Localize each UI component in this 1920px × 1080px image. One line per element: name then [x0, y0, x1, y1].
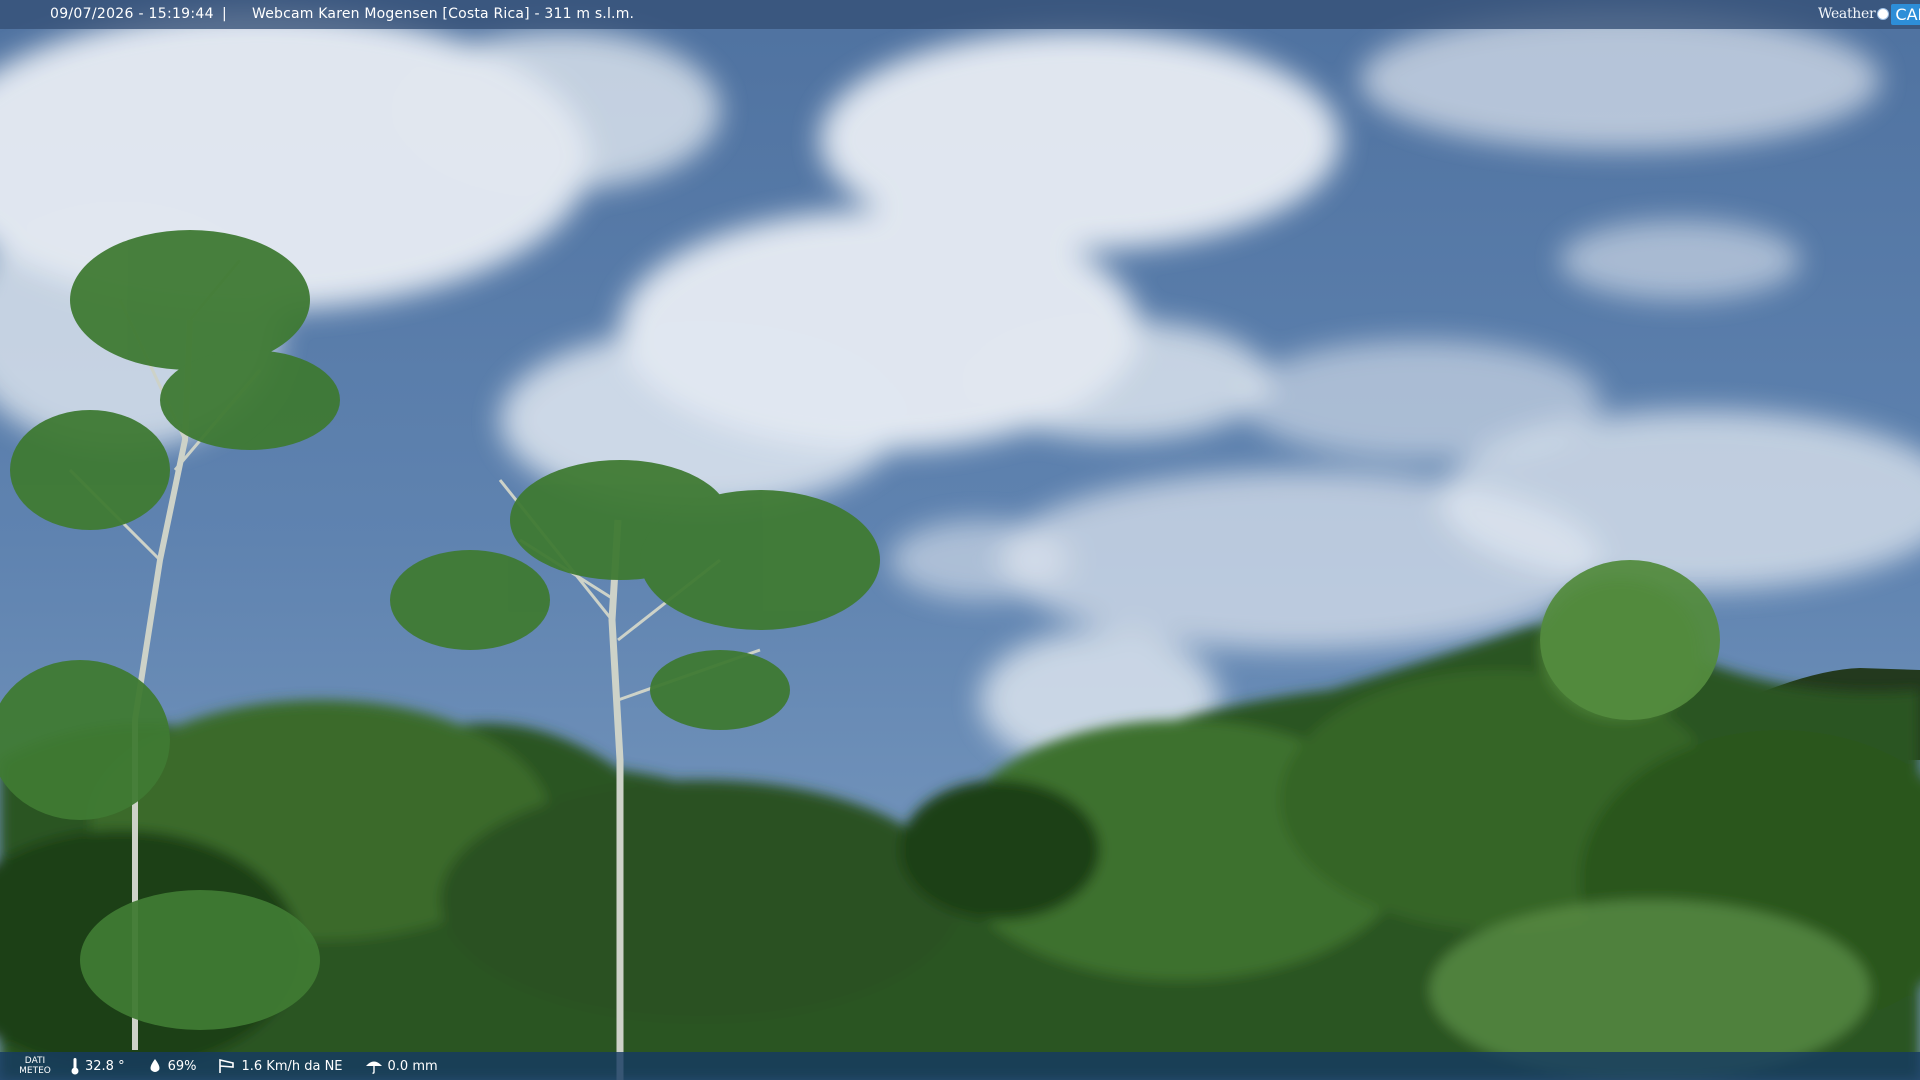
logo-globe-icon — [1877, 8, 1890, 20]
logo-word: Weather — [1818, 6, 1876, 22]
windsock-icon — [219, 1058, 235, 1073]
humidity-value: 69% — [167, 1058, 197, 1074]
webcam-title: Webcam Karen Mogensen [Costa Rica] - 311… — [252, 6, 635, 22]
separator: | — [222, 6, 227, 22]
weather-label: DATI METEO — [0, 1056, 70, 1076]
humidity-reading: 69% — [147, 1058, 197, 1074]
rain-value: 0.0 mm — [387, 1058, 438, 1074]
weathercam-logo: Weather CAM — [1818, 3, 1920, 25]
top-overlay-bar: 09/07/2026 - 15:19:44 | Webcam Karen Mog… — [0, 0, 1920, 29]
temperature-value: 32.8 ° — [85, 1058, 125, 1074]
wind-reading: 1.6 Km/h da NE — [218, 1058, 343, 1074]
webcam-scene — [0, 0, 1920, 1080]
humidity-drop-icon — [150, 1059, 160, 1072]
umbrella-icon — [365, 1061, 382, 1074]
timestamp: 09/07/2026 - 15:19:44 — [50, 6, 214, 22]
wind-value: 1.6 Km/h da NE — [241, 1058, 343, 1074]
temperature-reading: 32.8 ° — [70, 1057, 125, 1075]
thermometer-icon — [71, 1058, 79, 1075]
weather-label-line1: DATI — [24, 1056, 46, 1066]
weather-label-line2: METEO — [19, 1066, 51, 1076]
logo-cam: CAM — [1891, 3, 1920, 25]
weather-data-bar: DATI METEO 32.8 ° 69% 1.6 Km/h da NE 0.0… — [0, 1052, 1920, 1080]
rain-reading: 0.0 mm — [365, 1058, 438, 1074]
